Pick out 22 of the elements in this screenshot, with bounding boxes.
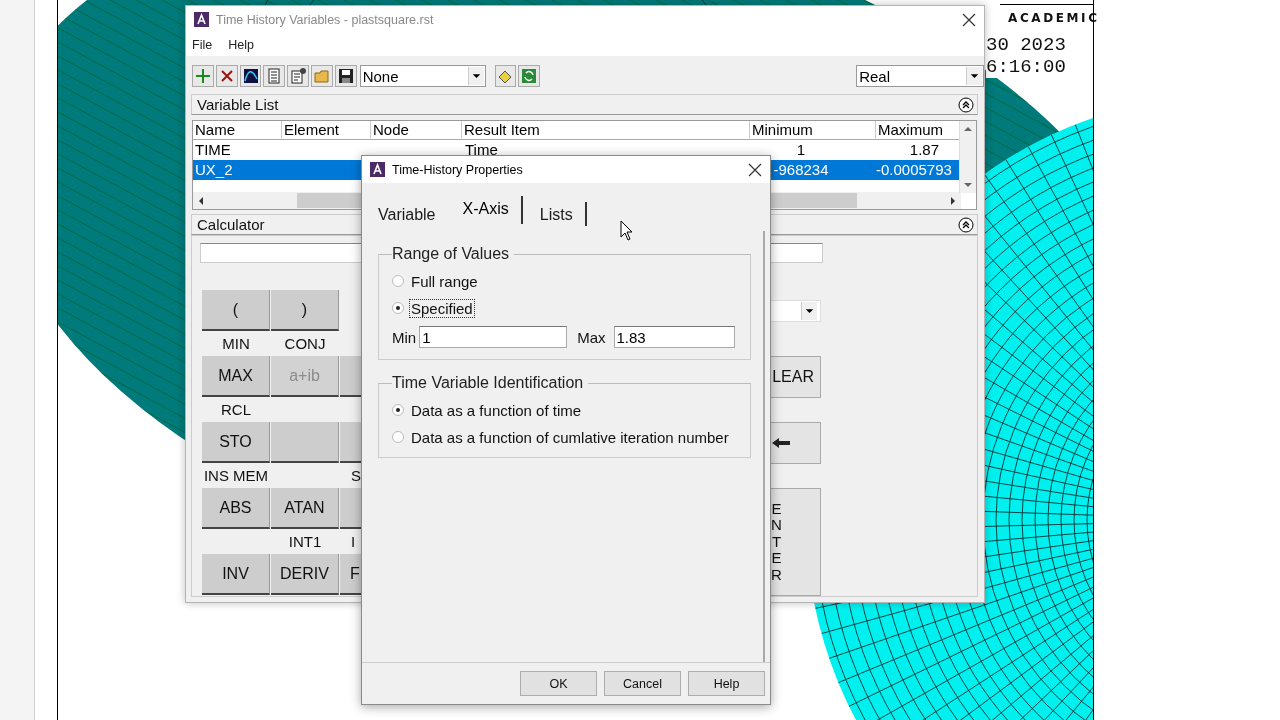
section-title: Calculator	[197, 216, 265, 233]
shift-label: S	[350, 466, 362, 486]
min-label: Min	[392, 328, 417, 346]
shift-label: I	[350, 532, 357, 552]
shift-label: CONJ	[283, 334, 327, 354]
window-title: Time History Variables - plastsquare.rst	[216, 12, 435, 27]
table-cell: Time	[465, 141, 498, 158]
group-title: Range of Values	[392, 245, 511, 263]
max-label: Max	[577, 328, 606, 346]
section-title: Variable List	[197, 96, 279, 113]
dialog-title: Time-History Properties	[392, 162, 524, 177]
shift-label: INT1	[287, 532, 323, 552]
shift-label: INS MEM	[202, 466, 270, 486]
table-cell: TIME	[195, 141, 231, 158]
table-cell: UX_2	[195, 161, 233, 178]
group-title: Time Variable Identification	[392, 374, 585, 392]
table-cell: -968234	[773, 161, 829, 178]
table-cell: -0.0005793	[876, 161, 952, 178]
table-cell: 1.87	[909, 141, 939, 158]
shift-label: RCL	[220, 400, 252, 420]
shift-label: MIN	[221, 334, 251, 354]
table-cell: 1	[796, 141, 806, 158]
